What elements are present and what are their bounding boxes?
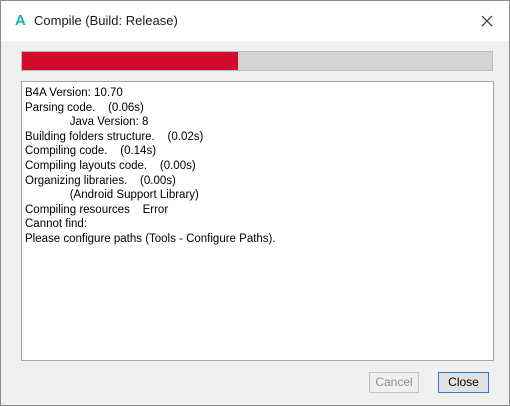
title-bar: A Compile (Build: Release)	[1, 1, 509, 41]
log-line: Parsing code. (0.06s)	[25, 101, 144, 114]
log-line: Compiling layouts code. (0.00s)	[25, 159, 196, 172]
compile-dialog: A Compile (Build: Release) B4A Version: …	[0, 0, 510, 406]
cancel-button[interactable]: Cancel	[369, 372, 419, 393]
log-line: B4A Version: 10.70	[25, 87, 123, 99]
progress-fill	[22, 52, 239, 70]
log-line: (Android Support Library)	[25, 189, 199, 202]
log-line: Java Version: 8	[25, 116, 149, 129]
log-line: Compiling code. (0.14s)	[25, 145, 157, 158]
log-line: Cannot find:	[25, 218, 88, 231]
compile-log[interactable]: B4A Version: 10.70 Parsing code. (0.06s)…	[21, 81, 494, 361]
log-line: Please configure paths (Tools - Configur…	[25, 232, 276, 245]
log-line: Organizing libraries. (0.00s)	[25, 174, 176, 187]
log-line: Compiling resources Error	[25, 203, 169, 216]
log-line: Building folders structure. (0.02s)	[25, 130, 204, 143]
window-title: Compile (Build: Release)	[34, 13, 178, 28]
close-icon	[481, 15, 493, 27]
close-window-button[interactable]	[477, 11, 497, 31]
b4a-app-icon: A	[15, 12, 26, 29]
compile-progress-bar	[21, 51, 493, 71]
close-button[interactable]: Close	[438, 372, 489, 393]
